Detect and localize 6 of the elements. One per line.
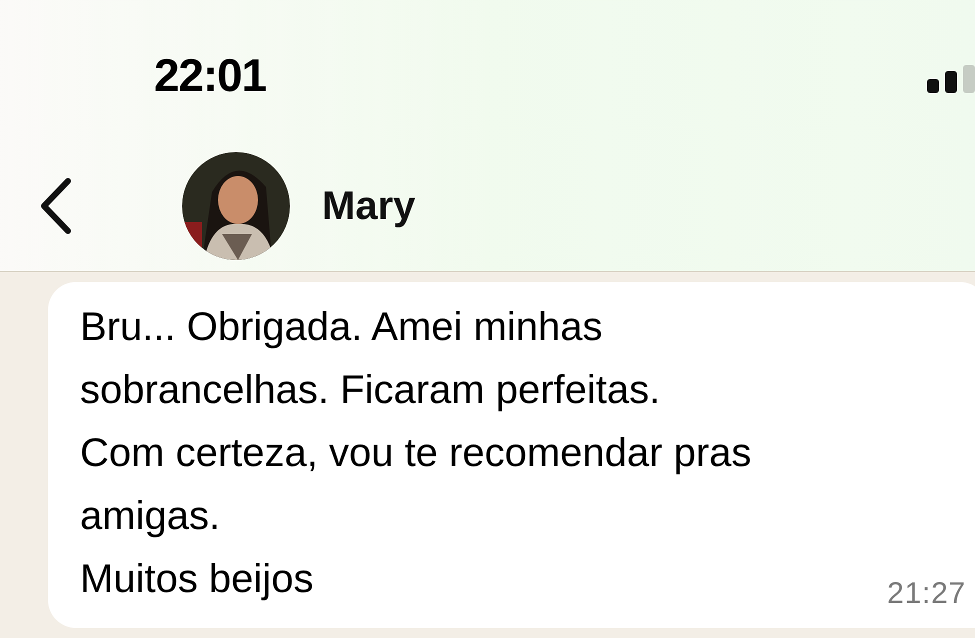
status-time: 22:01 <box>154 48 266 102</box>
back-chevron-icon <box>38 177 74 235</box>
signal-icon <box>925 65 975 95</box>
message-time: 21:27 <box>887 576 966 612</box>
contact-name[interactable]: Mary <box>322 176 416 236</box>
message-text: Bru... Obrigada. Amei minhas sobrancelhas. Ficaram perfeitas. Com certeza, vou te recomendar pras amigas. Muitos beijos <box>80 304 752 603</box>
